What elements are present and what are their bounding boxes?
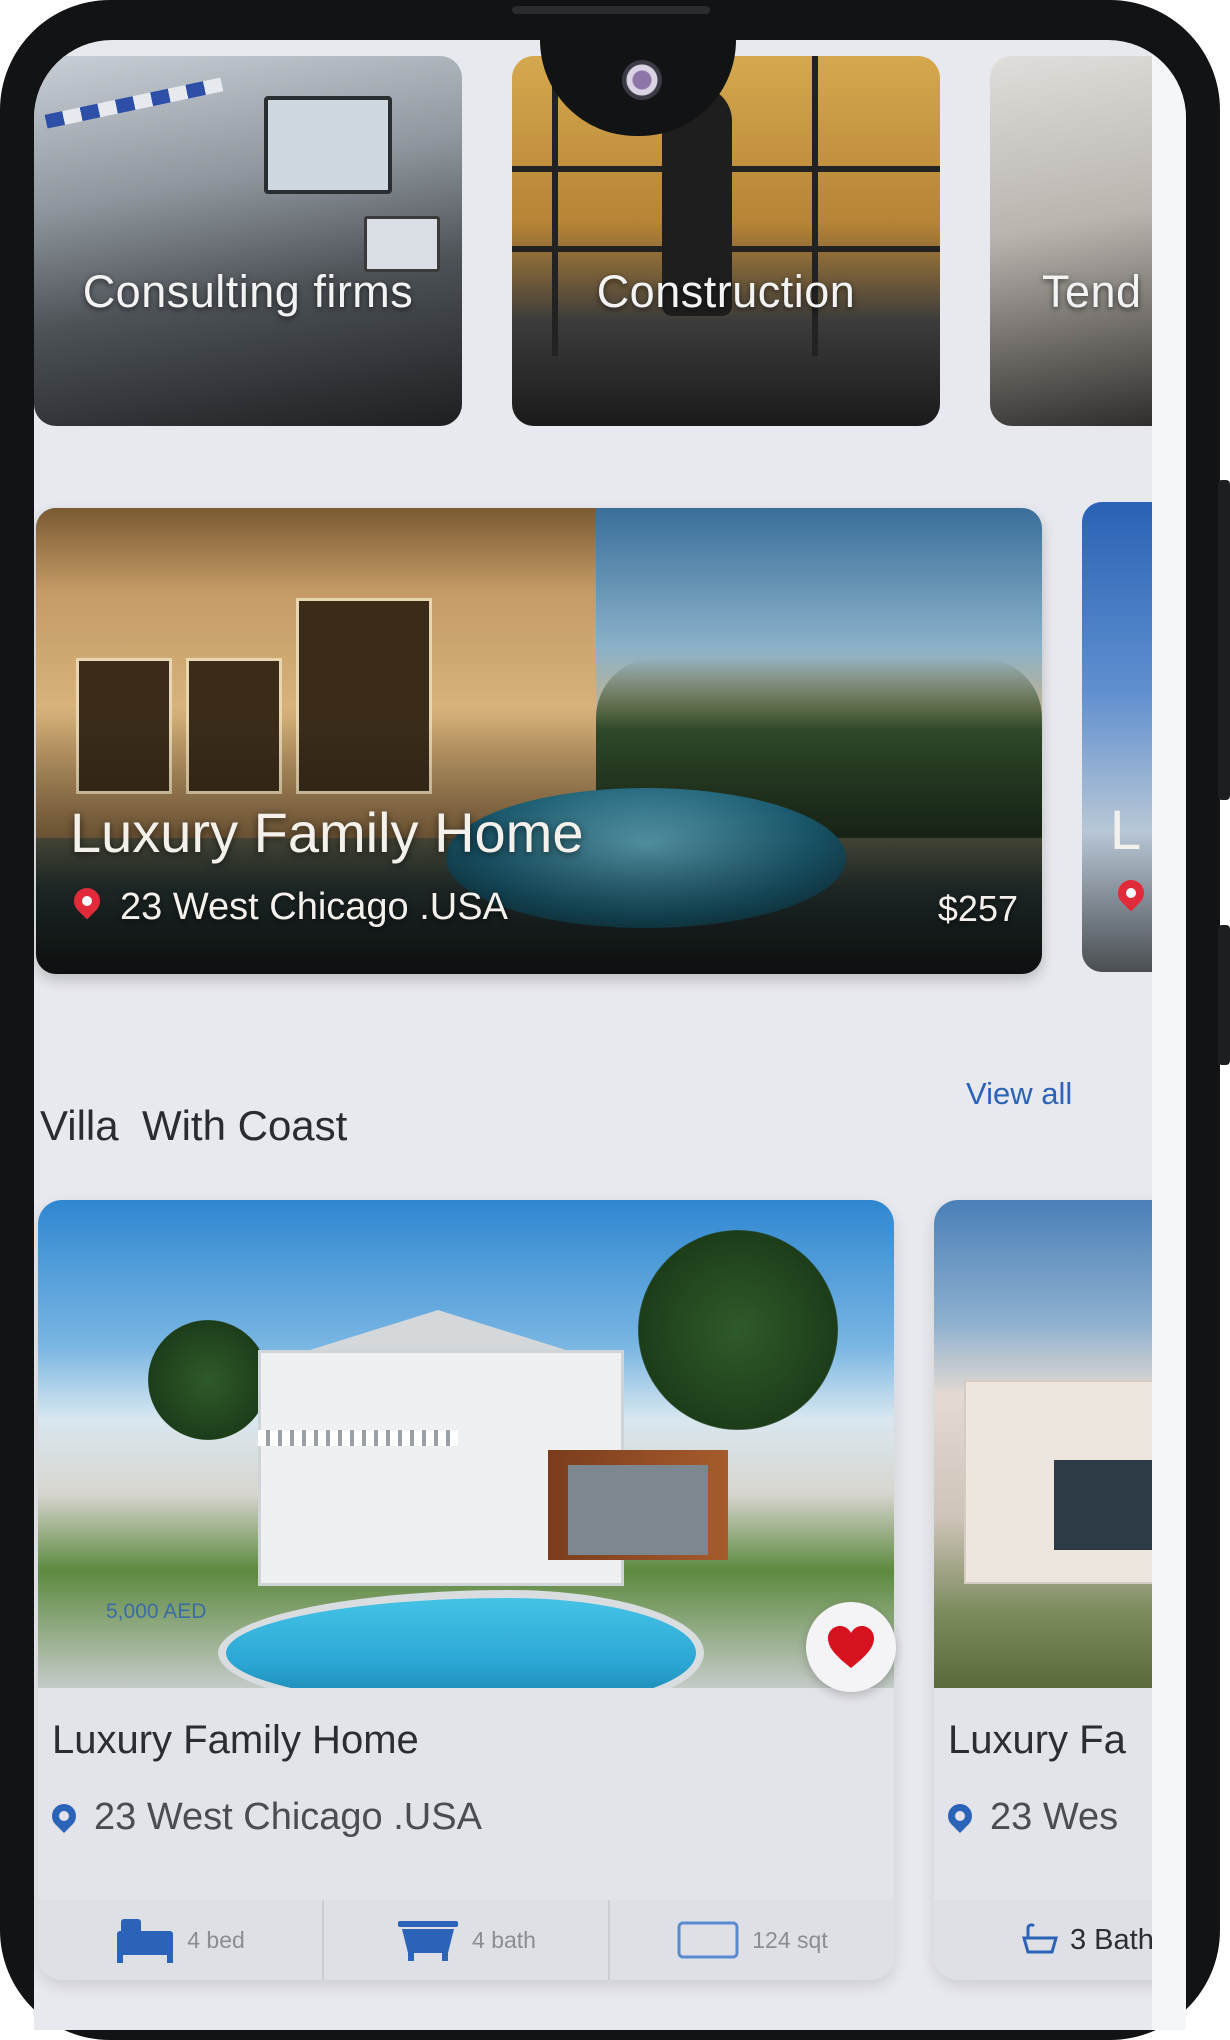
speaker-grille <box>512 6 710 14</box>
listing-address: 23 West Chicago .USA <box>94 1796 482 1838</box>
listing-stats: 4 bed 4 bath 124 sqt <box>38 1900 894 1980</box>
bed-icon <box>117 1919 174 1963</box>
listing-image-detail <box>258 1430 458 1446</box>
scroll-content[interactable]: Consulting firms Construction Tend Luxur… <box>34 40 1152 2030</box>
listing-card[interactable]: 5,000 AED Luxury Family Home 23 West Chi… <box>38 1200 894 1980</box>
volume-button <box>1218 480 1230 800</box>
featured-address: 23 West Chicago .USA <box>120 886 508 928</box>
category-tile-consulting[interactable]: Consulting firms <box>34 56 462 426</box>
listing-title: Luxury Fa <box>948 1718 1126 1762</box>
listing-stats: 3 Bath <box>934 1900 1152 1980</box>
stat-area: 124 sqt <box>610 1900 894 1980</box>
listing-image-detail <box>1054 1460 1152 1550</box>
listing-image <box>934 1200 1152 1688</box>
bathtub-icon <box>398 1921 459 1961</box>
app-screen: Consulting firms Construction Tend Luxur… <box>34 40 1186 2030</box>
featured-title: L <box>1110 798 1142 861</box>
location-pin-icon <box>943 1799 977 1833</box>
listing-image-detail <box>148 1320 268 1440</box>
bathtub-icon <box>1022 1923 1058 1954</box>
stat-bed: 4 bed <box>38 1900 324 1980</box>
category-tile-tenders[interactable]: Tend <box>990 56 1152 426</box>
location-pin-icon <box>47 1799 81 1833</box>
stat-bath-label: 4 bath <box>472 1926 536 1953</box>
screen-edge <box>1152 40 1186 2030</box>
listing-card-next[interactable]: Luxury Fa 23 Wes 3 Bath <box>934 1200 1152 1980</box>
section-title: Villa With Coast <box>40 1102 348 1149</box>
phone-frame: Consulting firms Construction Tend Luxur… <box>0 0 1230 2040</box>
category-label: Construction <box>596 266 856 317</box>
tile-image-detail <box>44 77 224 129</box>
category-label: Tend <box>1042 266 1142 317</box>
favorite-button[interactable] <box>806 1602 896 1692</box>
category-label: Consulting firms <box>82 266 414 317</box>
featured-title: Luxury Family Home <box>70 801 584 864</box>
listing-image-detail <box>218 1590 704 1688</box>
stat-area-label: 124 sqt <box>752 1926 828 1953</box>
stat-bath: 4 bath <box>324 1900 610 1980</box>
power-button <box>1218 925 1230 1065</box>
stat-bath-label: 3 Bath <box>1070 1923 1152 1956</box>
listing-image-detail <box>568 1465 708 1555</box>
stat-bed-label: 4 bed <box>187 1926 245 1953</box>
tile-image-detail <box>364 216 440 272</box>
stat-bath: 3 Bath <box>934 1900 1152 1980</box>
listing-image-detail <box>638 1230 838 1430</box>
front-camera-icon <box>622 60 662 100</box>
featured-property-card[interactable]: Luxury Family Home 23 West Chicago .USA … <box>36 508 1042 974</box>
area-icon <box>677 1921 739 1959</box>
listing-image: 5,000 AED <box>38 1200 894 1688</box>
view-all-link[interactable]: View all <box>966 1076 1072 1112</box>
listing-title: Luxury Family Home <box>52 1718 419 1762</box>
listing-address: 23 Wes <box>990 1796 1119 1838</box>
location-pin-icon <box>1112 874 1150 912</box>
tile-image-detail <box>264 96 392 194</box>
heart-icon <box>828 1626 874 1668</box>
listing-price-tag: 5,000 AED <box>106 1600 207 1623</box>
featured-property-card-next[interactable]: L <box>1082 502 1152 972</box>
featured-price: $257 <box>937 888 1018 929</box>
